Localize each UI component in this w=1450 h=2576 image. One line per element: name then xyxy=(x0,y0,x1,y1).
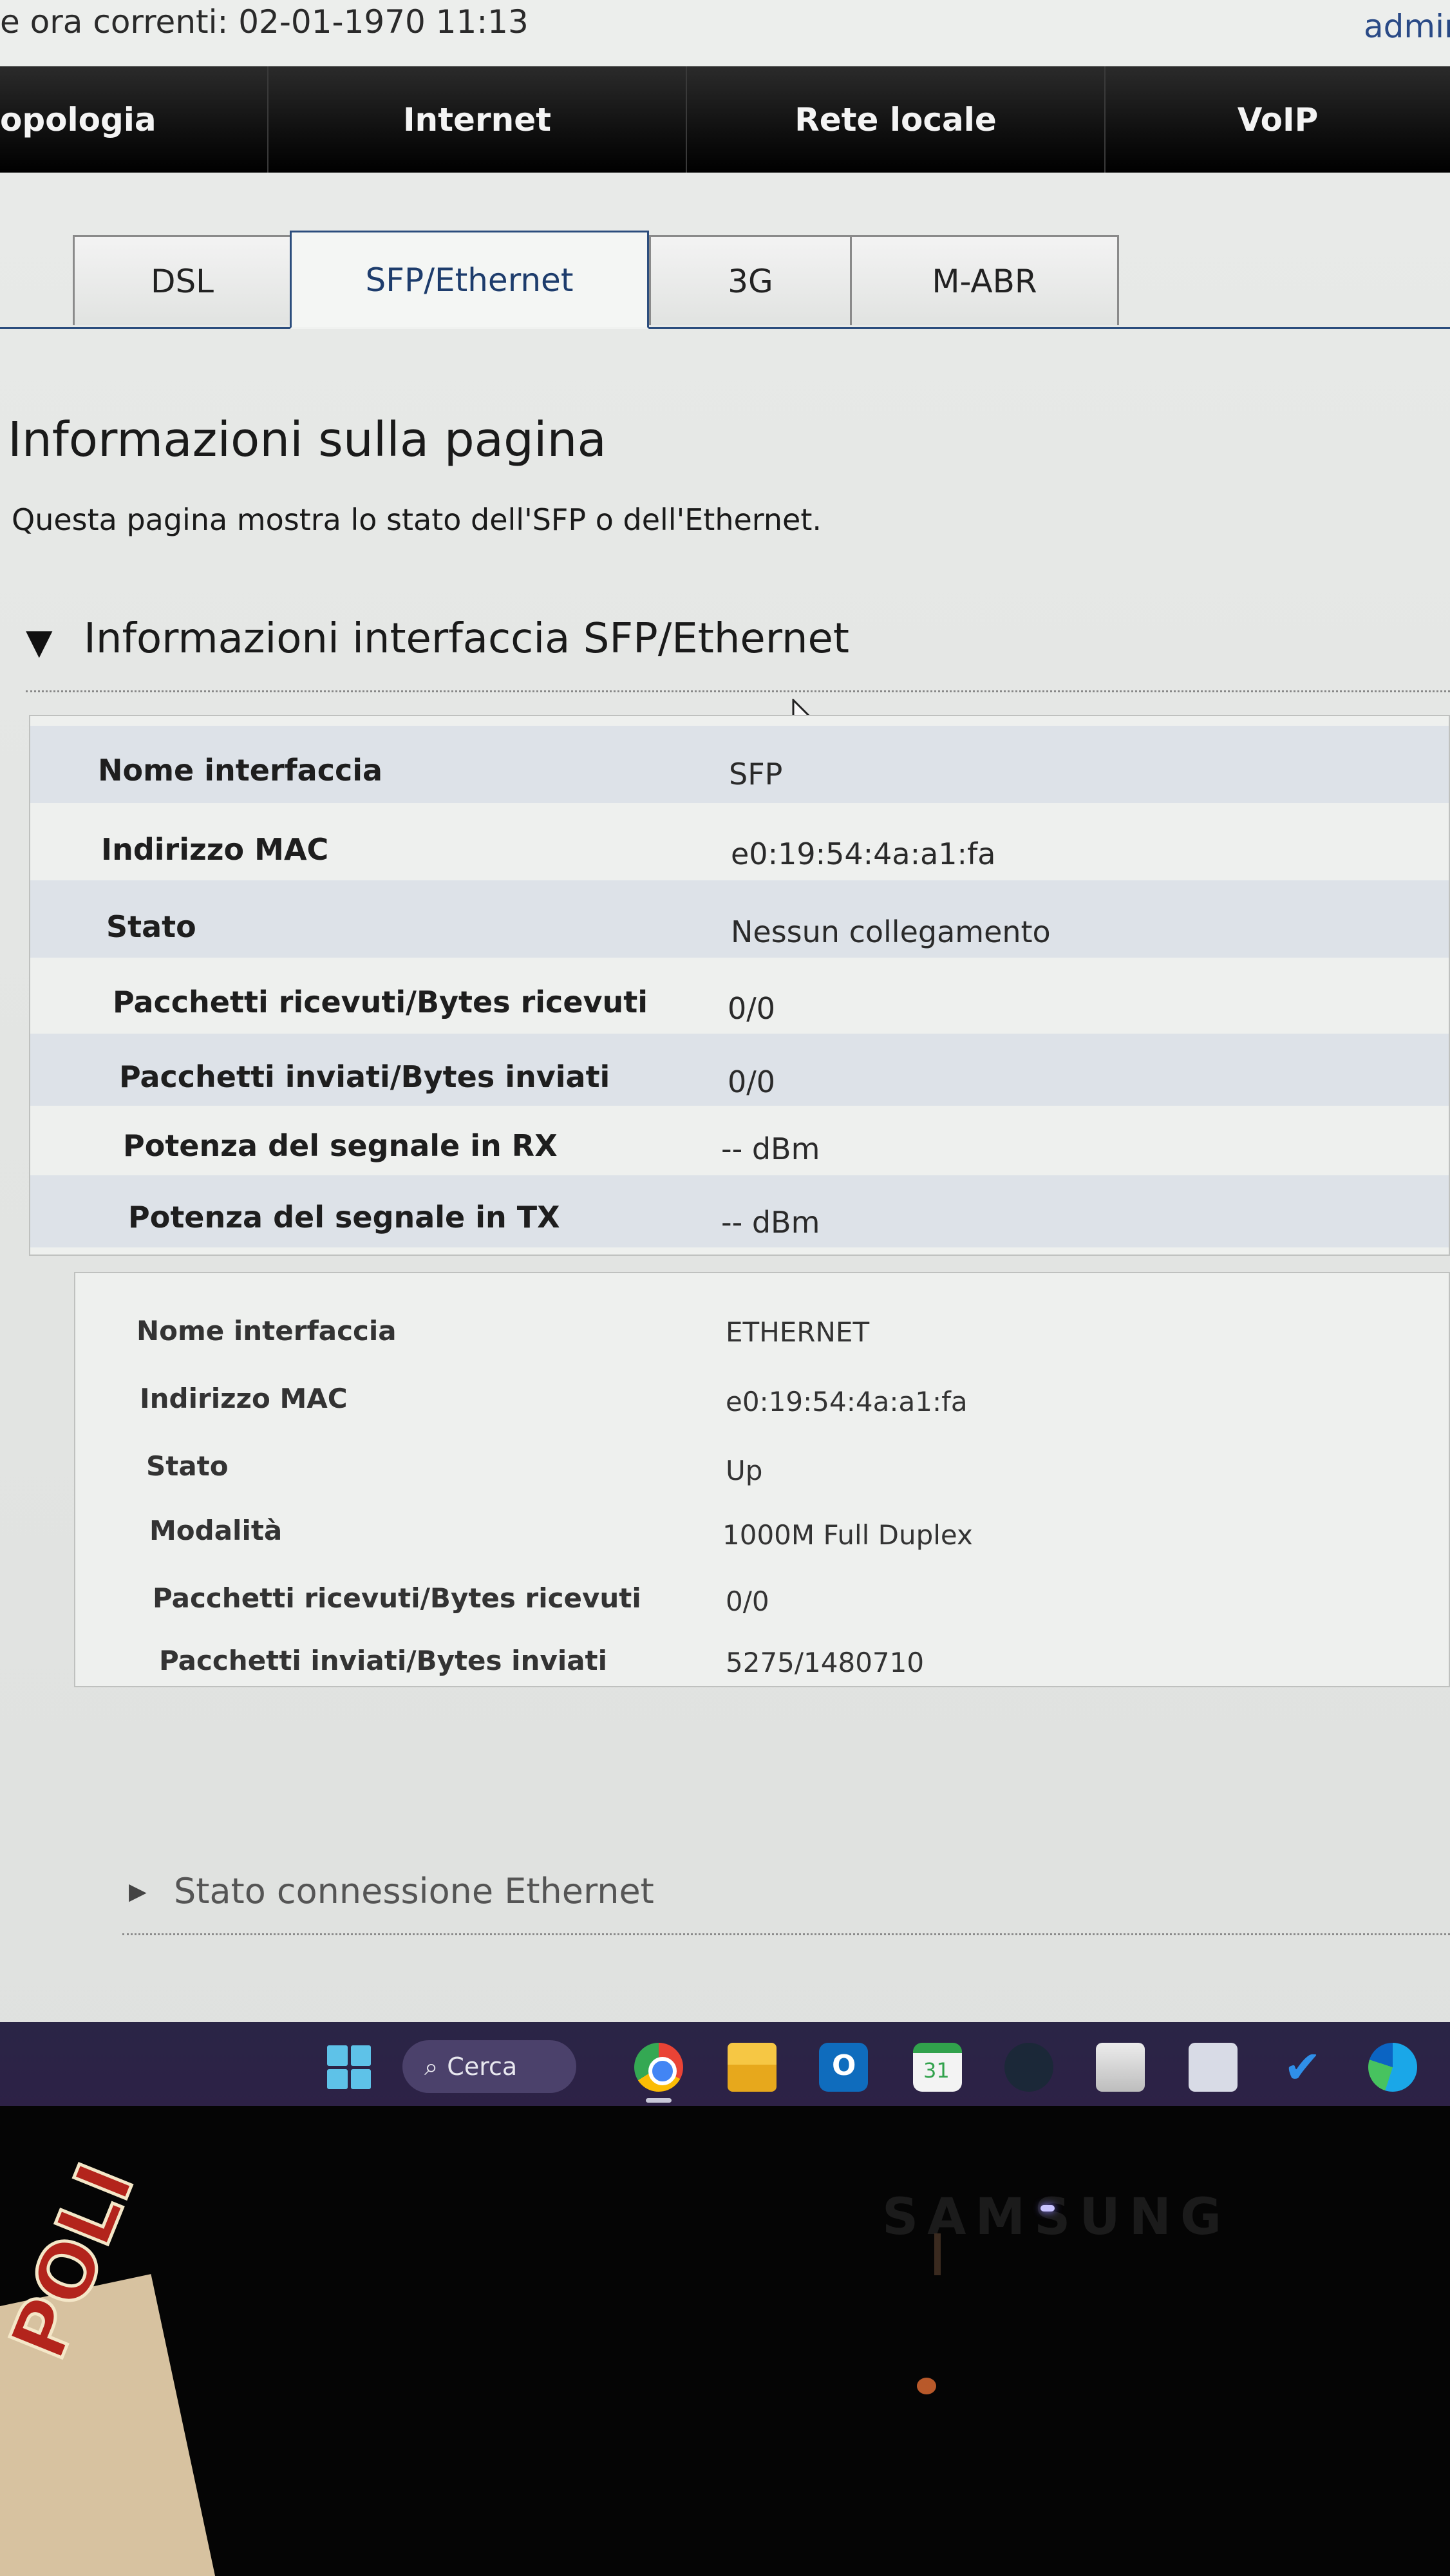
caret-right-icon: ▶ xyxy=(129,1879,147,1905)
table-row: Pacchetti inviati/Bytes inviati 5275/148… xyxy=(75,1618,1449,1682)
row-label: Nome interfaccia xyxy=(98,753,383,788)
monitor-power-led xyxy=(1040,2205,1055,2211)
search-icon: ⌕ xyxy=(424,2052,438,2081)
windows-taskbar: ⌕ Cerca 31 ✔ xyxy=(0,2022,1450,2106)
row-label: Potenza del segnale in TX xyxy=(128,1200,560,1235)
table-row: Indirizzo MAC e0:19:54:4a:a1:fa xyxy=(75,1354,1449,1421)
table-row: Stato Nessun collegamento xyxy=(30,880,1449,958)
taskbar-search[interactable]: ⌕ Cerca xyxy=(402,2040,576,2093)
row-label: Pacchetti ricevuti/Bytes ricevuti xyxy=(153,1582,641,1614)
tab-dsl[interactable]: DSL xyxy=(73,235,292,325)
sfp-info-table: Nome interfaccia SFP Indirizzo MAC e0:19… xyxy=(29,715,1450,1256)
table-row: Modalità 1000M Full Duplex xyxy=(75,1486,1449,1553)
row-label: Nome interfaccia xyxy=(137,1315,397,1347)
row-label: Potenza del segnale in RX xyxy=(123,1128,558,1163)
steam-icon[interactable] xyxy=(1004,2043,1053,2092)
table-row: Pacchetti ricevuti/Bytes ricevuti 0/0 xyxy=(75,1553,1449,1618)
microsoft-store-icon[interactable] xyxy=(1096,2043,1145,2092)
status-bar: e ora correnti: 02-01-1970 11:13 admin xyxy=(0,0,1450,68)
calendar-icon[interactable]: 31 xyxy=(913,2043,962,2092)
subtabs-divider xyxy=(0,327,1450,329)
row-label: Pacchetti ricevuti/Bytes ricevuti xyxy=(113,985,648,1019)
todo-icon[interactable]: ✔ xyxy=(1278,2043,1327,2092)
edge-icon[interactable] xyxy=(1368,2043,1417,2092)
row-value: e0:19:54:4a:a1:fa xyxy=(731,837,996,871)
table-row: Potenza del segnale in RX -- dBm xyxy=(30,1106,1449,1175)
tab-m-abr[interactable]: M-ABR xyxy=(850,235,1119,325)
table-row: Nome interfaccia SFP xyxy=(30,726,1449,803)
row-value: 0/0 xyxy=(726,1586,769,1617)
collapsed-section-title: Stato connessione Ethernet xyxy=(174,1871,654,1911)
row-label: Pacchetti inviati/Bytes inviati xyxy=(159,1645,608,1676)
current-time-text: e ora correnti: 02-01-1970 11:13 xyxy=(0,3,529,41)
row-value: ETHERNET xyxy=(726,1316,870,1348)
row-label: Stato xyxy=(146,1450,229,1482)
row-value: 0/0 xyxy=(728,991,776,1026)
monitor-stand-reflection xyxy=(934,2233,941,2275)
row-value: 0/0 xyxy=(728,1065,776,1099)
table-row: Pacchetti inviati/Bytes inviati 0/0 xyxy=(30,1034,1449,1106)
windows-start-icon[interactable] xyxy=(325,2043,373,2092)
row-value: Up xyxy=(726,1455,763,1486)
active-app-indicator xyxy=(646,2098,672,2103)
table-row: Potenza del segnale in TX -- dBm xyxy=(30,1175,1449,1247)
outlook-icon[interactable] xyxy=(819,2043,868,2092)
table-row: Indirizzo MAC e0:19:54:4a:a1:fa xyxy=(30,803,1449,880)
page-description: Questa pagina mostra lo stato dell'SFP o… xyxy=(12,502,822,537)
row-value: -- dBm xyxy=(721,1132,820,1166)
row-value: Nessun collegamento xyxy=(731,914,1051,949)
file-explorer-icon[interactable] xyxy=(728,2043,777,2092)
row-value: e0:19:54:4a:a1:fa xyxy=(726,1386,968,1417)
table-row: Pacchetti ricevuti/Bytes ricevuti 0/0 xyxy=(30,958,1449,1034)
row-value: 1000M Full Duplex xyxy=(722,1519,973,1551)
section-header-sfp-ethernet[interactable]: ▼ Informazioni interfaccia SFP/Ethernet xyxy=(26,615,1450,692)
row-label: Indirizzo MAC xyxy=(101,832,329,867)
calculator-icon[interactable] xyxy=(1189,2043,1238,2092)
page-title: Informazioni sulla pagina xyxy=(8,412,607,468)
section-title: Informazioni interfaccia SFP/Ethernet xyxy=(84,615,849,663)
tab-sfp-ethernet[interactable]: SFP/Ethernet xyxy=(290,231,649,329)
table-row: Nome interfaccia ETHERNET xyxy=(75,1286,1449,1354)
row-label: Stato xyxy=(106,909,196,944)
row-label: Indirizzo MAC xyxy=(140,1383,348,1414)
row-value: -- dBm xyxy=(721,1205,820,1240)
browser-screen: e ora correnti: 02-01-1970 11:13 admin o… xyxy=(0,0,1450,2106)
row-label: Modalità xyxy=(149,1515,283,1546)
ethernet-info-table: Nome interfaccia ETHERNET Indirizzo MAC … xyxy=(74,1272,1450,1687)
main-nav: opologia Internet Rete locale VoIP xyxy=(0,66,1450,173)
section-header-stato-connessione-ethernet[interactable]: ▶ Stato connessione Ethernet xyxy=(122,1871,1450,1935)
nav-tab-rete-locale[interactable]: Rete locale xyxy=(686,66,1104,173)
tab-3g[interactable]: 3G xyxy=(649,235,852,325)
row-label: Pacchetti inviati/Bytes inviati xyxy=(119,1059,610,1094)
chrome-icon[interactable] xyxy=(634,2043,683,2092)
row-value: SFP xyxy=(729,757,783,791)
nav-tab-internet[interactable]: Internet xyxy=(267,66,686,173)
calendar-day: 31 xyxy=(923,2058,950,2083)
row-value: 5275/1480710 xyxy=(726,1647,925,1678)
nav-tab-voip[interactable]: VoIP xyxy=(1104,66,1450,173)
nav-tab-topologia[interactable]: opologia xyxy=(0,66,267,173)
amber-light-reflection xyxy=(917,2378,936,2394)
table-row: Stato Up xyxy=(75,1421,1449,1486)
caret-down-icon: ▼ xyxy=(26,621,53,662)
search-label: Cerca xyxy=(447,2052,518,2081)
user-link[interactable]: admin xyxy=(1364,8,1450,45)
